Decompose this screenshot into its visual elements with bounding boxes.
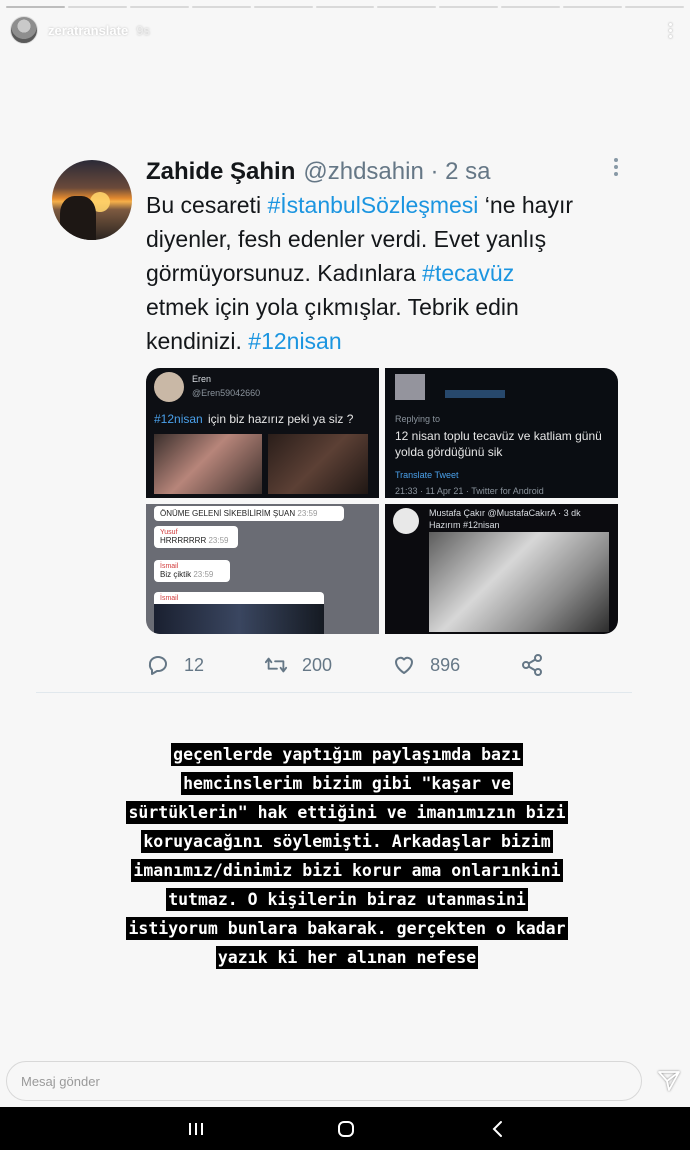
progress-segment [377,6,437,8]
tweet-text: Bu cesareti #İstanbulSözleşmesi ‘ne hayı… [146,188,626,358]
tweet-author-avatar [52,160,132,240]
retweet-icon [264,653,288,677]
caption-line: tutmaz. O kişilerin biraz utanmasini [166,888,528,911]
tweet-text-line: etmek için yola çıkmışlar. Tebrik edin [146,290,626,324]
tweet-actions: 12 200 896 [146,650,546,680]
tweet-text-fragment: kendinizi. [146,328,249,354]
media-4-line2: Hazırım #12nisan [429,520,500,530]
tweet-text-fragment: görmüyorsunuz. Kadınlara [146,260,423,286]
progress-segment [501,6,561,8]
back-icon[interactable] [478,1117,518,1141]
caption-line: hemcinslerim bizim gibi "kaşar ve [181,772,513,795]
media-avatar [154,372,184,402]
tweet-header: Zahide Şahin @zhdsahin · 2 sa [146,156,626,188]
reply-action: 12 [146,653,204,677]
media-2-text: 12 nisan toplu tecavüz ve katliam günü y… [395,429,602,459]
media-2-replying: Replying to [395,414,441,424]
progress-segment [315,6,375,8]
progress-segment [625,6,684,8]
recents-icon[interactable] [176,1117,216,1141]
media-2-translate: Translate Tweet [395,470,459,480]
tweet-more-icon [614,158,618,176]
media-4-photo [429,532,609,632]
retweet-action: 200 [264,653,332,677]
media-3-photo [154,604,324,634]
story-progress [6,6,684,9]
story-avatar[interactable] [10,16,38,44]
media-1-hashtag: #12nisan [154,412,203,426]
hashtag-link: #İstanbulSözleşmesi [267,192,479,218]
tweet-text-line: Bu cesareti #İstanbulSözleşmesi ‘ne hayı… [146,188,626,222]
caption-line: imanımız/dinimiz bizi korur ama onlarınk… [131,859,563,882]
media-4-name: Mustafa Çakır @MustafaCakırA · 3 dk [429,508,581,518]
media-1-photo-b [268,434,368,494]
send-icon[interactable] [656,1068,682,1094]
story-caption: geçenlerde yaptığım paylaşımda bazı hemci… [62,740,632,972]
media-3-header: ÖNÜME GELENİ SİKEBİLİRİM ŞUAN 23:59 [154,506,344,521]
progress-segment [191,6,251,8]
media-1-text: için biz hazırız peki ya siz ? [208,412,354,426]
progress-segment [563,6,623,8]
message-input[interactable]: Mesaj gönder [6,1061,642,1101]
caption-line: yazık ki her alınan nefese [215,946,479,969]
media-3-bubble-2: İsmail Biz çiktik 23:59 [154,560,230,582]
hashtag-link: #12nisan [248,328,342,354]
tweet-text-fragment: ‘ne hayır [478,192,574,218]
progress-segment [253,6,313,8]
like-count: 896 [430,654,461,675]
message-placeholder: Mesaj gönder [21,1073,100,1089]
progress-segment [439,6,499,8]
tweet-text-line: kendinizi. #12nisan [146,324,626,358]
caption-line: geçenlerde yaptığım paylaşımda bazı [171,743,523,766]
media-screenshot-4: Mustafa Çakır @MustafaCakırA · 3 dk Hazı… [385,504,618,634]
media-1-handle: @Eren59042660 [192,388,261,398]
tweet-media-grid: Eren @Eren59042660 #12nisan için biz haz… [146,368,618,634]
media-1-name: Eren [192,374,212,384]
media-2-meta: 21:33 · 11 Apr 21 · Twitter for Android [395,486,544,496]
share-icon [520,653,544,677]
hashtag-link: #tecavüz [422,260,515,286]
tweet-text-line: görmüyorsunuz. Kadınlara #tecavüz [146,256,626,290]
tweet-text-line: diyenler, fesh edenler verdi. Evet yanlı… [146,222,626,256]
share-action [520,653,558,677]
more-options-icon[interactable] [660,22,680,38]
tweet-author-name: Zahide Şahin [146,158,296,185]
heart-icon [392,653,416,677]
tweet-text-fragment: Bu cesareti [146,192,268,218]
media-2-blur-avatar [395,374,425,400]
caption-line: istiyorum bunlara bakarak. gerçekten o k… [126,917,568,940]
progress-segment [67,6,127,8]
caption-line: sürtüklerin" hak ettiğini ve imanımızın … [126,801,568,824]
tweet-text-fragment: etmek için yola çıkmışlar. Tebrik edin [146,294,519,320]
tweet-divider [36,692,632,693]
tweet-text-fragment: diyenler, fesh edenler verdi. Evet yanlı… [146,226,547,252]
media-screenshot-1: Eren @Eren59042660 #12nisan için biz haz… [146,368,379,498]
retweet-count: 200 [302,654,333,675]
media-4-avatar [393,508,419,534]
media-screenshot-3: ÖNÜME GELENİ SİKEBİLİRİM ŞUAN 23:59 Yusu… [146,504,379,634]
reply-count: 12 [184,654,205,675]
home-icon[interactable] [326,1117,366,1141]
media-1-photo-a [154,434,262,494]
media-screenshot-2: Replying to 12 nisan toplu tecavüz ve ka… [385,368,618,498]
like-action: 896 [392,653,460,677]
story-username[interactable]: zeratranslate [48,23,128,38]
story-timestamp: 9s [136,22,150,38]
progress-segment [129,6,189,8]
tweet-handle-time: @zhdsahin · 2 sa [303,158,491,185]
caption-line: koruyacağını söylemişti. Arkadaşlar bizi… [141,830,553,853]
comment-icon [146,653,170,677]
progress-segment [6,6,65,8]
system-nav-bar [0,1107,690,1150]
media-2-blur-name [445,390,505,398]
story-header: zeratranslate 9s [10,14,680,46]
media-3-bubble-1: Yusuf HRRRRRRR 23:59 [154,526,238,548]
